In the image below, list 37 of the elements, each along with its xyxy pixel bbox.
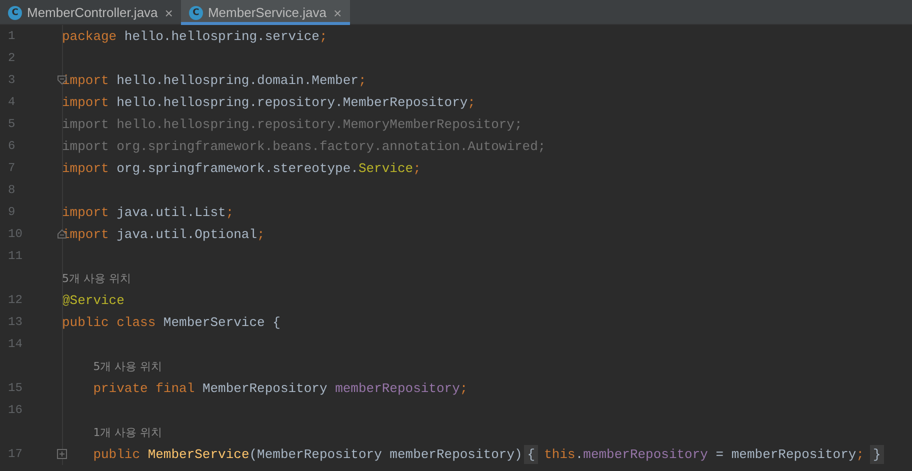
line-number: 14 [7, 337, 24, 351]
usage-hint[interactable]: 1개 사용 위치 [93, 424, 162, 440]
editor-tab[interactable]: C MemberController.java × [0, 0, 181, 25]
code-line: import hello.hellospring.domain.Member; [62, 72, 366, 88]
class-icon: C [8, 6, 22, 20]
line-number: 10 [7, 227, 24, 241]
code-line: @Service [62, 292, 124, 308]
code-line: public class MemberService { [62, 314, 280, 330]
expand-icon[interactable] [57, 449, 67, 459]
line-number: 2 [7, 51, 16, 65]
line-number: 11 [7, 249, 24, 263]
close-icon[interactable]: × [164, 4, 173, 20]
line-number: 16 [7, 403, 24, 417]
close-icon[interactable]: × [333, 4, 342, 20]
line-number: 3 [7, 73, 16, 87]
line-number: 8 [7, 183, 16, 197]
line-number: 7 [7, 161, 16, 175]
code-line: import java.util.List; [62, 204, 234, 220]
code-line: import hello.hellospring.repository.MemberRepository; [62, 94, 476, 110]
usage-hint[interactable]: 5개 사용 위치 [62, 270, 131, 286]
code-line: import hello.hellospring.repository.MemoryMemberRepository; [62, 116, 522, 132]
line-number: 6 [7, 139, 16, 153]
line-number: 4 [7, 95, 16, 109]
usage-hint[interactable]: 5개 사용 위치 [93, 358, 162, 374]
line-number: 5 [7, 117, 16, 131]
line-number: 17 [7, 447, 24, 461]
line-number: 1 [7, 29, 16, 43]
class-icon: C [188, 6, 203, 20]
line-number: 13 [7, 315, 24, 329]
code-line: import org.springframework.stereotype.Service; [62, 160, 421, 176]
code-line: import org.springframework.beans.factory.annotation.Autowired; [62, 138, 546, 154]
code-line: private final MemberRepository memberRepository; [92, 380, 468, 396]
line-number: 12 [7, 293, 24, 307]
line-number: 15 [7, 381, 24, 395]
editor-tab[interactable]: C MemberService.java × [180, 0, 350, 25]
code-line: package hello.hellospring.service; [62, 28, 328, 44]
line-number: 9 [7, 205, 16, 219]
